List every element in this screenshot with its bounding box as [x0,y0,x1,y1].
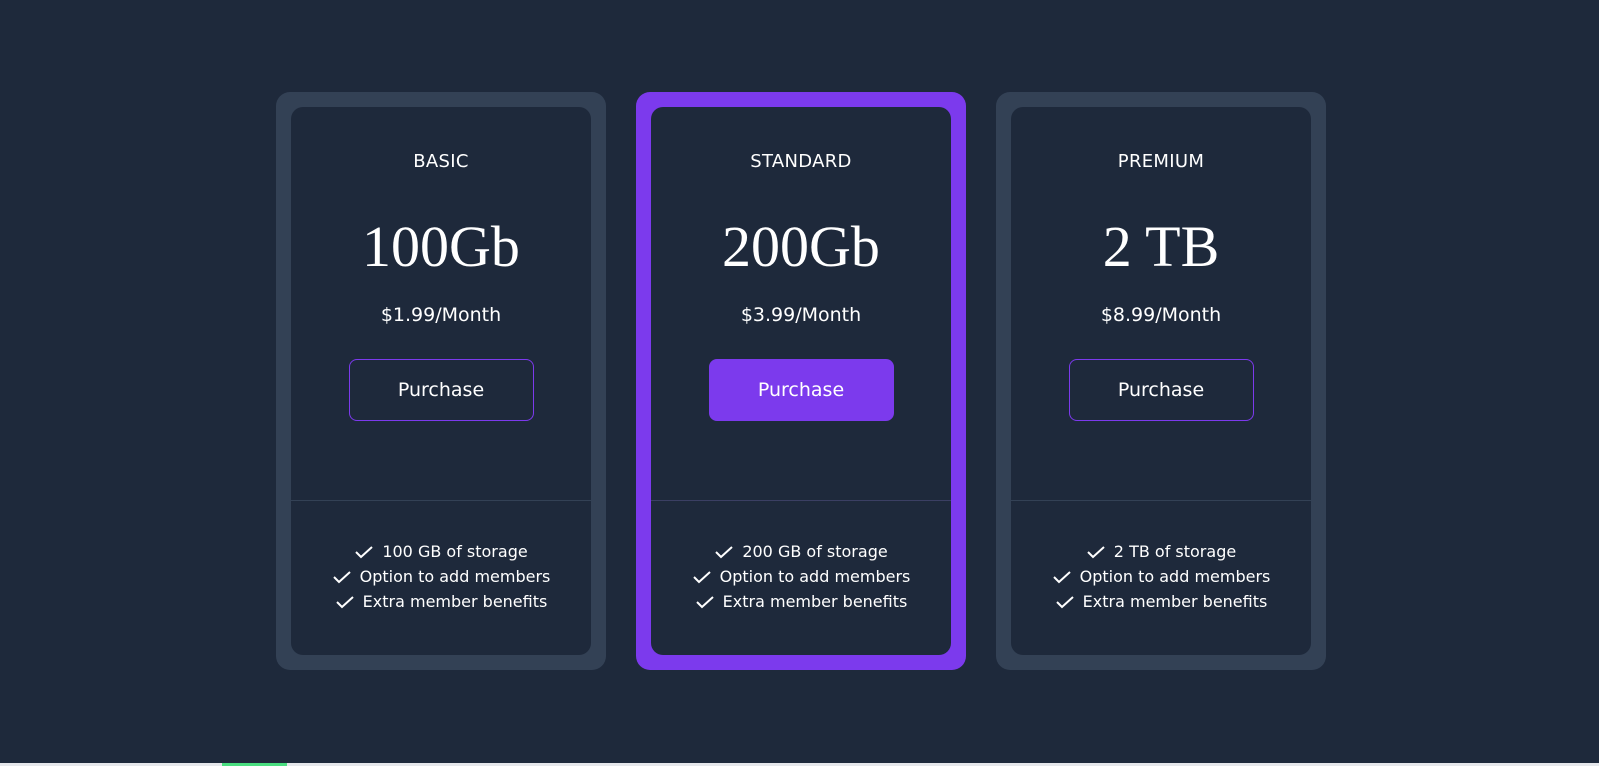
feature-text: 100 GB of storage [382,542,528,561]
check-icon [332,570,352,584]
plan-capacity: 100Gb [362,214,520,279]
plan-features: 200 GB of storage Option to add members … [651,501,951,655]
plan-capacity: 2 TB [1102,214,1220,279]
check-icon [695,595,715,609]
check-icon [692,570,712,584]
check-icon [1086,545,1106,559]
check-icon [714,545,734,559]
plan-card-body: BASIC 100Gb $1.99/Month Purchase 100 GB … [291,107,591,655]
pricing-page: BASIC 100Gb $1.99/Month Purchase 100 GB … [0,0,1599,766]
plan-card-body: PREMIUM 2 TB $8.99/Month Purchase 2 TB o… [1011,107,1311,655]
feature-item: Extra member benefits [1055,591,1268,612]
feature-item: 2 TB of storage [1086,541,1236,562]
feature-item: 100 GB of storage [354,541,528,562]
plan-header: BASIC 100Gb $1.99/Month Purchase [291,107,591,500]
feature-item: 200 GB of storage [714,541,888,562]
plan-card-body: STANDARD 200Gb $3.99/Month Purchase 200 … [651,107,951,655]
check-icon [1052,570,1072,584]
feature-text: Extra member benefits [1082,592,1268,611]
pricing-cards: BASIC 100Gb $1.99/Month Purchase 100 GB … [276,92,1326,670]
check-icon [354,545,374,559]
plan-features: 2 TB of storage Option to add members Ex… [1011,501,1311,655]
plan-price: $8.99/Month [1100,304,1222,326]
check-icon [1055,595,1075,609]
feature-item: Extra member benefits [695,591,908,612]
feature-text: Option to add members [719,567,911,586]
feature-text: Extra member benefits [722,592,908,611]
plan-tier: BASIC [413,151,469,172]
purchase-button-basic[interactable]: Purchase [348,359,534,421]
plan-card-premium: PREMIUM 2 TB $8.99/Month Purchase 2 TB o… [996,92,1326,670]
plan-header: PREMIUM 2 TB $8.99/Month Purchase [1011,107,1311,500]
plan-header: STANDARD 200Gb $3.99/Month Purchase [651,107,951,500]
feature-text: Extra member benefits [362,592,548,611]
feature-text: 2 TB of storage [1113,542,1237,561]
plan-tier: PREMIUM [1117,151,1205,172]
feature-item: Extra member benefits [335,591,548,612]
purchase-button-premium[interactable]: Purchase [1068,359,1254,421]
feature-item: Option to add members [1052,566,1271,587]
plan-card-basic: BASIC 100Gb $1.99/Month Purchase 100 GB … [276,92,606,670]
feature-item: Option to add members [692,566,911,587]
plan-tier: STANDARD [750,151,852,172]
plan-price: $1.99/Month [380,304,502,326]
plan-card-standard: STANDARD 200Gb $3.99/Month Purchase 200 … [636,92,966,670]
feature-text: Option to add members [359,567,551,586]
purchase-button-standard[interactable]: Purchase [708,359,894,421]
plan-features: 100 GB of storage Option to add members … [291,501,591,655]
plan-price: $3.99/Month [740,304,862,326]
check-icon [335,595,355,609]
feature-text: 200 GB of storage [742,542,888,561]
feature-text: Option to add members [1079,567,1271,586]
plan-capacity: 200Gb [722,214,880,279]
feature-item: Option to add members [332,566,551,587]
